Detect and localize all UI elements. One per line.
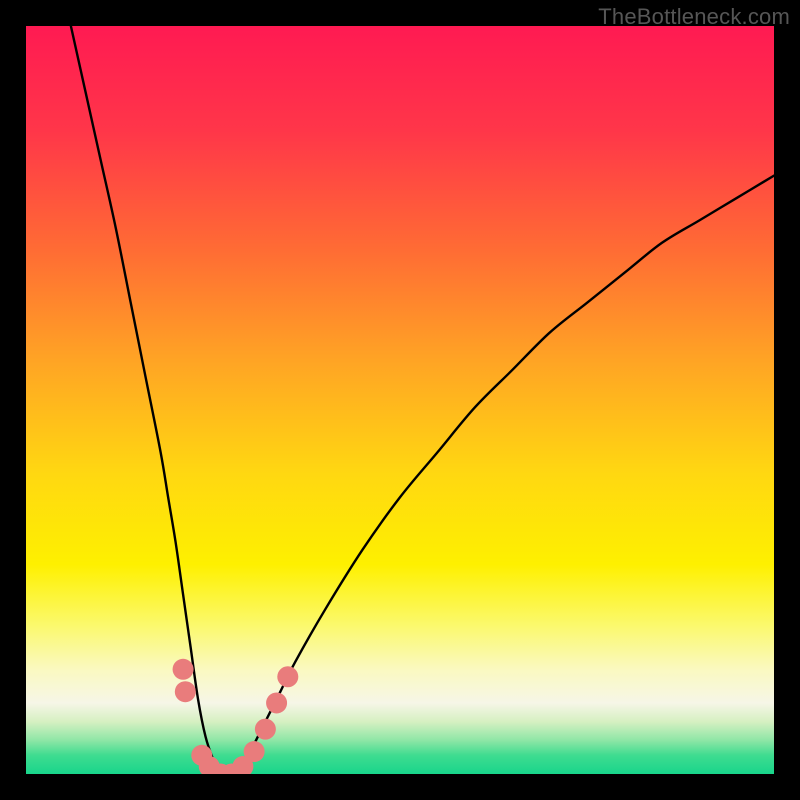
data-marker [173, 659, 194, 680]
data-marker [255, 719, 276, 740]
data-marker [277, 666, 298, 687]
watermark-text: TheBottleneck.com [598, 4, 790, 30]
data-marker [266, 692, 287, 713]
chart-frame: TheBottleneck.com [0, 0, 800, 800]
plot-area [26, 26, 774, 774]
data-marker [175, 681, 196, 702]
data-markers [173, 659, 299, 774]
data-marker [244, 741, 265, 762]
curve-layer [26, 26, 774, 774]
